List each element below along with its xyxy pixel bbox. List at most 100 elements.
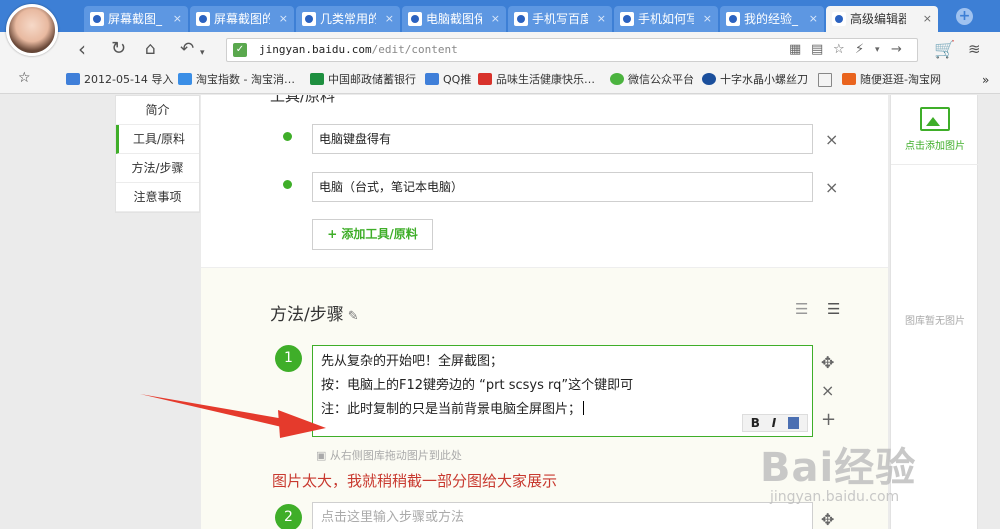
add-picture-icon — [920, 107, 950, 131]
add-step-plus-icon[interactable]: + — [821, 409, 836, 430]
home-icon[interactable]: ⌂ — [145, 39, 156, 59]
bookmark-item[interactable]: 品味生活健康快乐… — [478, 73, 595, 87]
undo-icon[interactable]: ↶ — [180, 39, 194, 59]
more-bookmarks-icon[interactable]: » — [982, 73, 989, 87]
baidu-paw-icon — [620, 12, 634, 26]
step-2-input[interactable]: 点击这里输入步骤或方法 — [312, 502, 813, 529]
tab-close-icon[interactable]: × — [597, 6, 606, 32]
cart-icon[interactable]: 🛒 — [934, 40, 955, 60]
browser-tab-5[interactable]: 手机写百度 × — [508, 6, 612, 32]
move-handle-icon[interactable]: ✥ — [821, 510, 834, 529]
ordered-list-icon[interactable]: ☰ — [795, 300, 808, 318]
bookmark-star-icon[interactable]: ☆ — [18, 71, 31, 85]
bookmark-item[interactable]: 淘宝指数 - 淘宝消… — [178, 73, 295, 87]
tab-close-icon[interactable]: × — [385, 6, 394, 32]
add-image-button[interactable]: 点击添加图片 — [891, 95, 979, 165]
back-icon[interactable]: ‹ — [78, 39, 86, 59]
sidebar-item-intro[interactable]: 简介 — [116, 96, 199, 125]
tool-item-field[interactable]: 电脑（台式，笔记本电脑） — [312, 172, 813, 202]
bookmark-item[interactable]: 微信公众平台 — [610, 73, 694, 87]
annotation-text: 图片太大，我就稍稍截一部分图给大家展示 — [272, 472, 558, 490]
browser-tab-4[interactable]: 电脑截图保 × — [402, 6, 506, 32]
bookmark-label: 中国邮政储蓄银行 — [328, 73, 416, 86]
save-icon[interactable] — [788, 417, 799, 429]
tab-label: 屏幕截图的 — [214, 12, 270, 26]
wifi-icon[interactable]: ≋ — [968, 40, 981, 58]
bookmarks-bar: ☆ 2012-05-14 导入 淘宝指数 - 淘宝消… 中国邮政储蓄银行 QQ推… — [0, 68, 1000, 94]
tab-close-icon[interactable]: × — [923, 6, 932, 32]
folder-icon — [425, 73, 439, 85]
new-tab-button[interactable]: + — [956, 8, 973, 25]
tab-label: 几类常用的 — [320, 12, 376, 26]
reload-icon[interactable]: ↻ — [111, 39, 126, 59]
tool-item-field[interactable]: 电脑键盘得有 — [312, 124, 813, 154]
tab-label: 我的经验_ — [744, 12, 799, 26]
baidu-paw-icon — [514, 12, 528, 26]
lightning-icon[interactable]: ⚡ — [855, 42, 864, 57]
qr-code-icon[interactable]: ▦ — [789, 42, 801, 57]
italic-button[interactable]: I — [772, 416, 776, 430]
go-arrow-icon[interactable]: → — [891, 42, 902, 57]
tab-close-icon[interactable]: × — [491, 6, 500, 32]
reader-mode-icon[interactable]: ▤ — [811, 42, 823, 57]
bookmark-item[interactable]: 十字水晶小螺丝刀 — [702, 73, 808, 87]
check-shield-icon: ✓ — [233, 43, 247, 57]
browser-tab-active[interactable]: 高级编辑器 × — [826, 6, 938, 32]
page-content: 简介 工具/原料 方法/步骤 注意事项 工具/原料 电脑键盘得有 × 电脑（台式… — [0, 95, 1000, 529]
weibo-icon — [478, 73, 492, 85]
browser-tab-1[interactable]: 屏幕截图_ × — [84, 6, 188, 32]
image-placeholder-icon: ▣ — [316, 449, 327, 462]
remove-tool-close-icon[interactable]: × — [825, 130, 838, 149]
tools-section: 工具/原料 电脑键盘得有 × 电脑（台式，笔记本电脑） × + 添加工具/原料 — [201, 95, 888, 268]
bookmark-label: 微信公众平台 — [628, 73, 694, 86]
chevron-down-icon[interactable]: ▾ — [200, 43, 205, 63]
browser-tab-6[interactable]: 手机如何写 × — [614, 6, 718, 32]
browser-tab-2[interactable]: 屏幕截图的 × — [190, 6, 294, 32]
sidebar-item-steps[interactable]: 方法/步骤 — [116, 154, 199, 183]
bookmark-item[interactable]: 随便逛逛-淘宝网 — [842, 73, 941, 87]
bookmark-label: 2012-05-14 导入 — [84, 73, 174, 86]
watermark-url: jingyan.baidu.com — [770, 489, 900, 505]
bookmark-label: 淘宝指数 - 淘宝消… — [196, 73, 295, 86]
tab-label: 屏幕截图_ — [108, 12, 163, 26]
sidebar-item-notes[interactable]: 注意事项 — [116, 183, 199, 212]
bullet-dot — [283, 132, 292, 141]
bookmark-item[interactable]: QQ推 — [425, 73, 471, 87]
navigation-bar: ‹ ↻ ⌂ ↶ ▾ ✓ jingyan.baidu.com/edit/conte… — [0, 32, 1000, 68]
chevron-down-icon[interactable]: ▾ — [875, 45, 880, 55]
editor-toolbar: B I — [741, 414, 808, 432]
bookmark-label: 十字水晶小螺丝刀 — [720, 73, 808, 86]
edit-pencil-icon[interactable]: ✎ — [348, 309, 359, 324]
bullet-dot — [283, 180, 292, 189]
tab-close-icon[interactable]: × — [173, 6, 182, 32]
side-navigation: 简介 工具/原料 方法/步骤 注意事项 — [115, 95, 200, 213]
tab-close-icon[interactable]: × — [809, 6, 818, 32]
star-icon[interactable]: ☆ — [833, 42, 845, 57]
sidebar-item-tools[interactable]: 工具/原料 — [116, 125, 199, 154]
tab-close-icon[interactable]: × — [703, 6, 712, 32]
baidu-jingyan-watermark: Bai经验 jingyan.baidu.com — [760, 435, 960, 505]
tab-close-icon[interactable]: × — [279, 6, 288, 32]
bookmark-label: QQ推 — [443, 73, 472, 86]
add-tool-button[interactable]: + 添加工具/原料 — [312, 219, 433, 250]
bookmark-item[interactable]: 中国邮政储蓄银行 — [310, 73, 416, 87]
tab-label: 电脑截图保 — [426, 12, 482, 26]
tab-strip: 屏幕截图_ × 屏幕截图的 × 几类常用的 × 电脑截图保 × 手机写百度 × … — [0, 0, 1000, 32]
bookmark-item[interactable]: 2012-05-14 导入 — [66, 73, 173, 87]
remove-tool-close-icon[interactable]: × — [825, 178, 838, 197]
add-image-label: 点击添加图片 — [905, 141, 965, 152]
url-path: /edit/content — [371, 43, 458, 56]
text-caret — [583, 401, 585, 415]
step-1-line: 注：此时复制的只是当前背景电脑全屏图片； — [321, 398, 804, 422]
user-avatar[interactable] — [6, 4, 58, 56]
address-bar[interactable]: ✓ jingyan.baidu.com/edit/content ▦ ▤ ☆ ⚡… — [226, 38, 918, 62]
browser-tab-3[interactable]: 几类常用的 × — [296, 6, 400, 32]
blank-page-icon[interactable] — [818, 73, 832, 87]
unordered-list-icon[interactable]: ☰ — [827, 300, 840, 318]
bold-button[interactable]: B — [751, 416, 760, 430]
delete-step-close-icon[interactable]: × — [821, 381, 834, 400]
browser-tab-7[interactable]: 我的经验_ × — [720, 6, 824, 32]
url-text[interactable]: jingyan.baidu.com/edit/content — [259, 43, 458, 56]
step-1-editor[interactable]: 先从复杂的开始吧！全屏截图； 按：电脑上的F12键旁边的 “prt scsys … — [312, 345, 813, 437]
move-handle-icon[interactable]: ✥ — [821, 353, 834, 372]
